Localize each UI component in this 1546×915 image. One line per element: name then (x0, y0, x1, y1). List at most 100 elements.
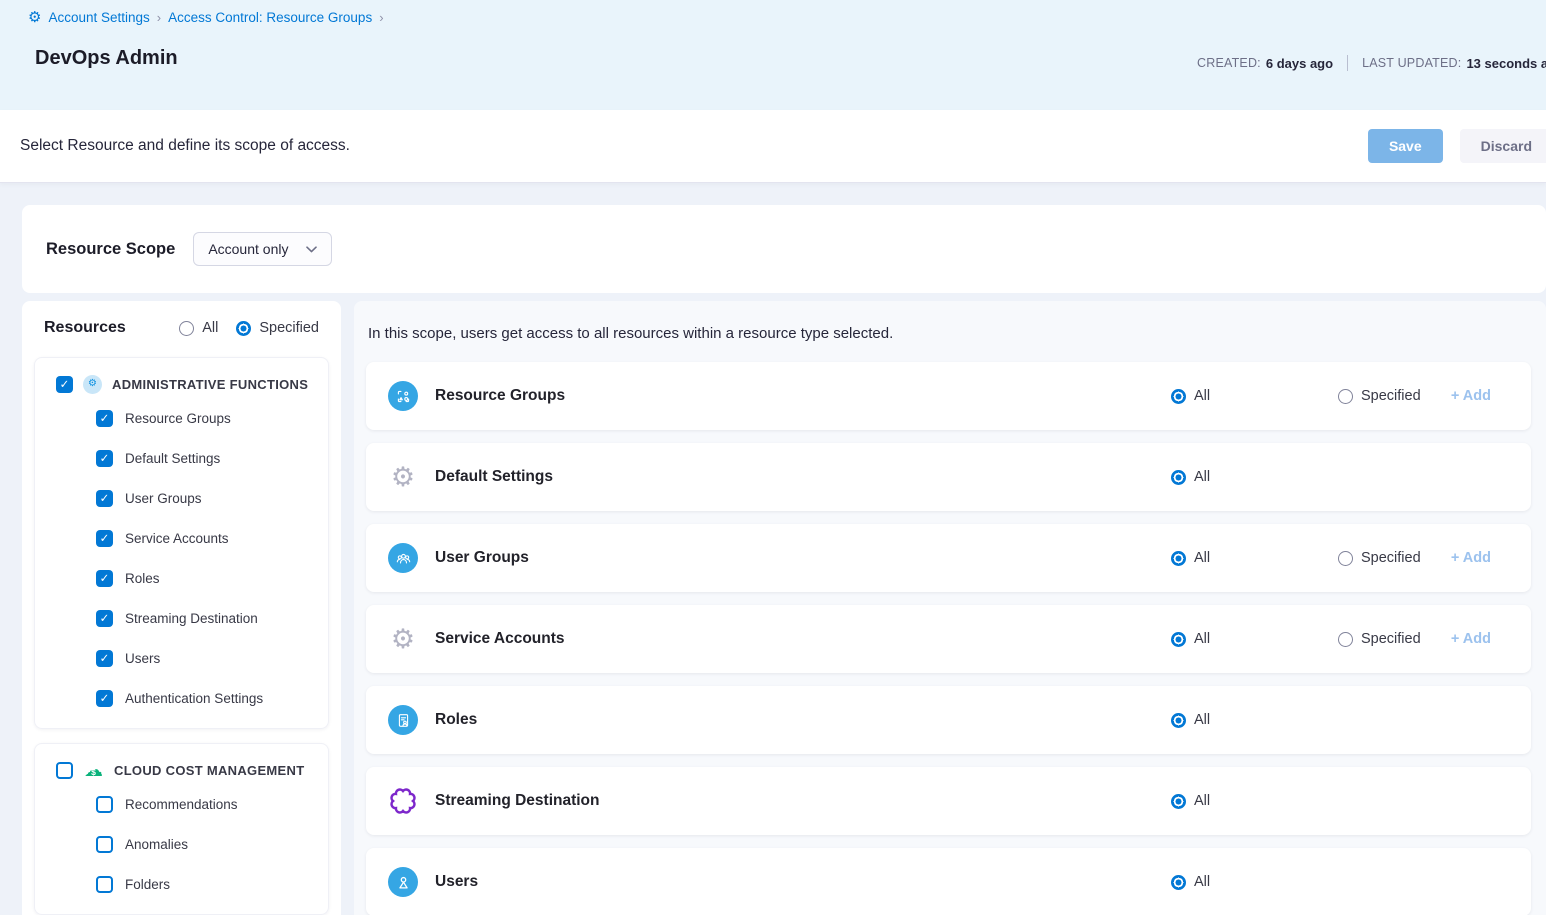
resources-radio-all[interactable]: All (179, 320, 218, 336)
resources-scope-radios: All Specified (179, 320, 319, 336)
scope-description: In this scope, users get access to all r… (368, 325, 1531, 342)
radio-selected-icon[interactable] (1171, 389, 1186, 404)
card-title: Roles (435, 711, 477, 729)
radio-selected-icon[interactable] (1171, 551, 1186, 566)
tree-item-service-accounts[interactable]: ✓ Service Accounts (96, 518, 318, 558)
breadcrumb-access-control[interactable]: Access Control: Resource Groups (168, 10, 372, 25)
checkbox-checked[interactable]: ✓ (96, 450, 113, 467)
divider (1347, 55, 1348, 71)
resource-scope-label: Resource Scope (46, 240, 175, 259)
users-icon (388, 867, 418, 897)
radio-specified-label: Specified (1361, 388, 1421, 404)
check-icon: ✓ (100, 651, 110, 665)
checkbox-checked[interactable]: ✓ (96, 570, 113, 587)
resource-scope-select[interactable]: Account only (193, 232, 332, 266)
card-title: User Groups (435, 549, 529, 567)
card-radio-all[interactable]: All (1171, 793, 1338, 809)
checkbox-unchecked[interactable] (56, 762, 73, 779)
chevron-right-icon: › (157, 10, 161, 25)
card-radio-all[interactable]: All (1171, 874, 1338, 890)
radio-selected-icon[interactable] (236, 321, 251, 336)
checkbox-checked[interactable]: ✓ (96, 530, 113, 547)
tree-item-label: Default Settings (125, 451, 220, 466)
settings-gear-icon: ⚙ (28, 10, 41, 25)
created-label: CREATED: (1197, 56, 1261, 70)
tree-item-label: Users (125, 651, 160, 666)
checkbox-checked[interactable]: ✓ (96, 490, 113, 507)
tree-item-default-settings[interactable]: ✓ Default Settings (96, 438, 318, 478)
radio-unselected-icon[interactable] (1338, 551, 1353, 566)
toolbar-buttons: Save Discard (1368, 129, 1546, 163)
radio-all-label: All (1194, 388, 1210, 404)
card-radio-all[interactable]: All (1171, 631, 1338, 647)
radio-all-label: All (1194, 874, 1210, 890)
resources-panel: Resources All Specified ✓ ⚙ (22, 301, 341, 915)
card-radio-specified[interactable]: Specified (1338, 631, 1421, 647)
card-radio-all[interactable]: All (1171, 550, 1338, 566)
checkbox-unchecked[interactable] (96, 796, 113, 813)
add-button[interactable]: + Add (1451, 631, 1491, 647)
card-options: All Specified + Add (1171, 631, 1491, 647)
check-icon: ✓ (100, 491, 110, 505)
radio-specified-label: Specified (1361, 550, 1421, 566)
resources-title: Resources (44, 319, 126, 337)
created-value: 6 days ago (1266, 56, 1333, 71)
tree-item-label: Recommendations (125, 797, 238, 812)
group-cloud-cost-management: ☁ $ CLOUD COST MANAGEMENT Recommendation… (34, 743, 329, 915)
checkbox-checked[interactable]: ✓ (96, 610, 113, 627)
group-label: ADMINISTRATIVE FUNCTIONS (112, 377, 308, 392)
tree-item-user-groups[interactable]: ✓ User Groups (96, 478, 318, 518)
tree-item-users[interactable]: ✓ Users (96, 638, 318, 678)
checkbox-checked[interactable]: ✓ (96, 650, 113, 667)
card-options: All (1171, 469, 1491, 485)
tree-item-roles[interactable]: ✓ Roles (96, 558, 318, 598)
card-radio-all[interactable]: All (1171, 712, 1338, 728)
card-radio-specified[interactable]: Specified (1338, 550, 1421, 566)
tree-item-anomalies[interactable]: Anomalies (96, 824, 318, 864)
resource-card-default-settings: ⚙ Default Settings All (366, 443, 1531, 511)
radio-unselected-icon[interactable] (179, 321, 194, 336)
checkbox-checked[interactable]: ✓ (56, 376, 73, 393)
radio-unselected-icon[interactable] (1338, 632, 1353, 647)
add-button[interactable]: + Add (1451, 550, 1491, 566)
radio-selected-icon[interactable] (1171, 632, 1186, 647)
breadcrumb-account-settings[interactable]: Account Settings (48, 10, 149, 25)
radio-all-label: All (1194, 469, 1210, 485)
radio-specified-label: Specified (259, 320, 319, 336)
checkbox-unchecked[interactable] (96, 836, 113, 853)
checkbox-checked[interactable]: ✓ (96, 410, 113, 427)
add-button[interactable]: + Add (1451, 388, 1491, 404)
check-icon: ✓ (100, 691, 110, 705)
tree-item-label: Roles (125, 571, 160, 586)
card-options: All (1171, 793, 1491, 809)
radio-selected-icon[interactable] (1171, 713, 1186, 728)
tree-item-resource-groups[interactable]: ✓ Resource Groups (96, 398, 318, 438)
resource-card-roles: Roles All (366, 686, 1531, 754)
card-radio-all[interactable]: All (1171, 388, 1338, 404)
resource-groups-icon (388, 381, 418, 411)
tree-item-authentication-settings[interactable]: ✓ Authentication Settings (96, 678, 318, 718)
group-label: CLOUD COST MANAGEMENT (114, 763, 304, 778)
checkbox-checked[interactable]: ✓ (96, 690, 113, 707)
group-header: ☁ $ CLOUD COST MANAGEMENT (56, 756, 318, 784)
checkbox-unchecked[interactable] (96, 876, 113, 893)
resource-scope-card: Resource Scope Account only (22, 205, 1546, 293)
resource-scope-value: Account only (208, 241, 288, 257)
radio-selected-icon[interactable] (1171, 470, 1186, 485)
card-radio-all[interactable]: All (1171, 469, 1338, 485)
resources-radio-specified[interactable]: Specified (236, 320, 319, 336)
radio-unselected-icon[interactable] (1338, 389, 1353, 404)
tree-item-streaming-destination[interactable]: ✓ Streaming Destination (96, 598, 318, 638)
resource-card-streaming-destination: Streaming Destination All (366, 767, 1531, 835)
tree-item-folders[interactable]: Folders (96, 864, 318, 904)
save-button[interactable]: Save (1368, 129, 1443, 163)
tree-item-recommendations[interactable]: Recommendations (96, 784, 318, 824)
card-radio-specified[interactable]: Specified (1338, 388, 1421, 404)
card-title: Service Accounts (435, 630, 565, 648)
tree-item-label: User Groups (125, 491, 202, 506)
radio-selected-icon[interactable] (1171, 794, 1186, 809)
discard-button[interactable]: Discard (1460, 129, 1546, 163)
resource-card-user-groups: User Groups All Specified + Add (366, 524, 1531, 592)
check-icon: ✓ (100, 611, 110, 625)
radio-selected-icon[interactable] (1171, 875, 1186, 890)
